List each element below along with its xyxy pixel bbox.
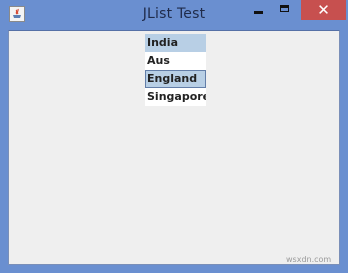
minimize-button[interactable]	[248, 0, 270, 20]
country-list[interactable]: India Aus England Singapore	[145, 34, 206, 106]
close-button[interactable]: ✕	[301, 0, 346, 20]
list-item-england[interactable]: England	[145, 70, 206, 88]
list-item-singapore[interactable]: Singapore	[145, 88, 206, 106]
watermark-text: wsxdn.com	[286, 255, 332, 264]
maximize-button[interactable]	[274, 0, 296, 20]
content-pane: India Aus England Singapore	[8, 30, 340, 265]
list-item-india[interactable]: India	[145, 34, 206, 52]
list-item-aus[interactable]: Aus	[145, 52, 206, 70]
title-bar[interactable]: JList Test ✕	[0, 0, 348, 30]
application-window: JList Test ✕ India Aus England Singapore…	[0, 0, 348, 273]
